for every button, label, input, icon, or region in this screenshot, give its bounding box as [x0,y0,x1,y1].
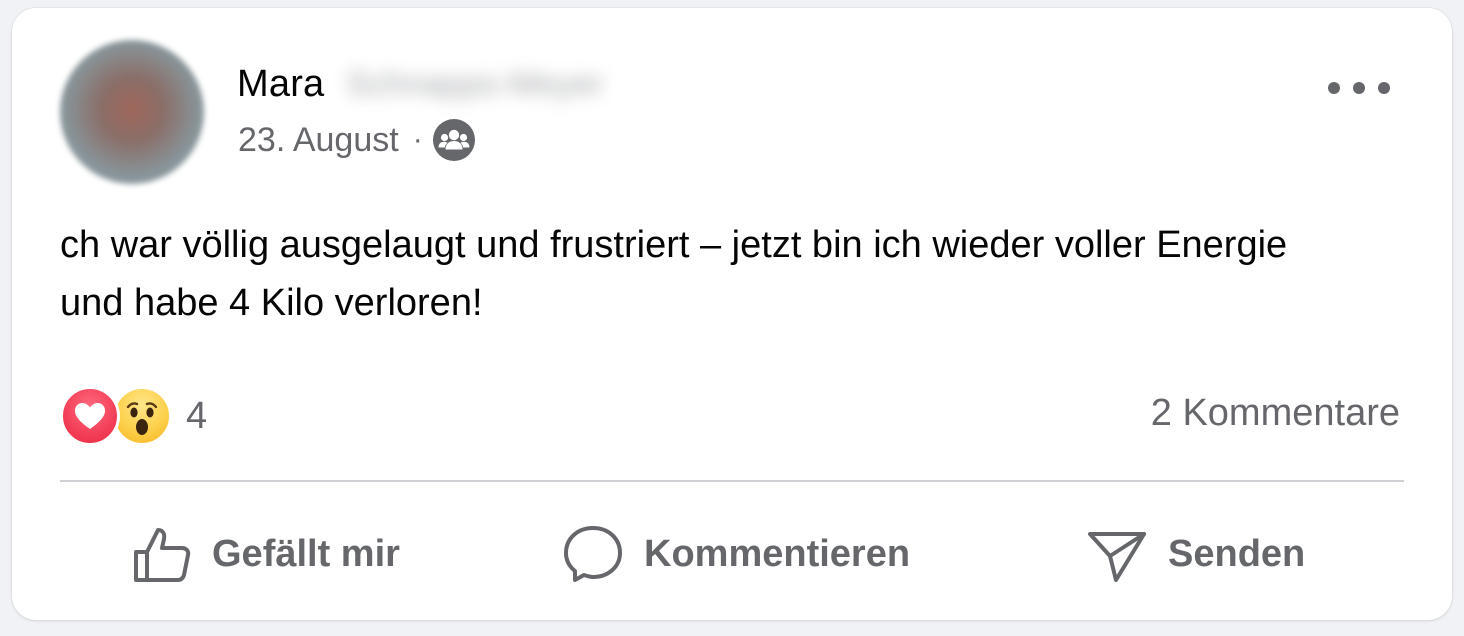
comment-button[interactable]: Kommentieren [560,518,910,590]
more-dot-icon [1353,82,1365,94]
send-icon [1088,532,1146,582]
post-meta: 23. August · [238,118,475,162]
more-dot-icon [1328,82,1340,94]
love-reaction-icon [60,386,120,446]
comment-bubble-icon [564,526,622,582]
thumbs-up-icon [134,528,191,582]
author-surname-redacted: Schnapps-Meyer [346,64,604,103]
reaction-count: 4 [186,394,208,437]
comment-label: Kommentieren [644,532,911,575]
post-date[interactable]: 23. August [238,121,399,160]
post-card: Mara Schnapps-Meyer 23. August · ch war … [12,8,1452,620]
author-name[interactable]: Mara [237,63,324,106]
send-label: Senden [1168,532,1306,575]
meta-separator: · [412,123,423,156]
like-button[interactable]: Gefällt mir [130,518,400,590]
post-text: ch war völlig ausgelaugt und frustriert … [60,224,1288,324]
reactions-summary[interactable]: 4 [60,386,207,446]
like-label: Gefällt mir [212,532,400,575]
comment-count-link[interactable]: 2 Kommentare [1151,392,1400,435]
divider [60,480,1404,482]
more-dot-icon [1378,82,1390,94]
author-row: Mara Schnapps-Meyer [237,62,603,106]
more-options-button[interactable] [1328,72,1390,104]
friends-icon[interactable] [432,119,475,161]
avatar[interactable] [60,40,204,184]
wow-reaction-icon [112,386,172,446]
send-button[interactable]: Senden [1084,518,1305,590]
